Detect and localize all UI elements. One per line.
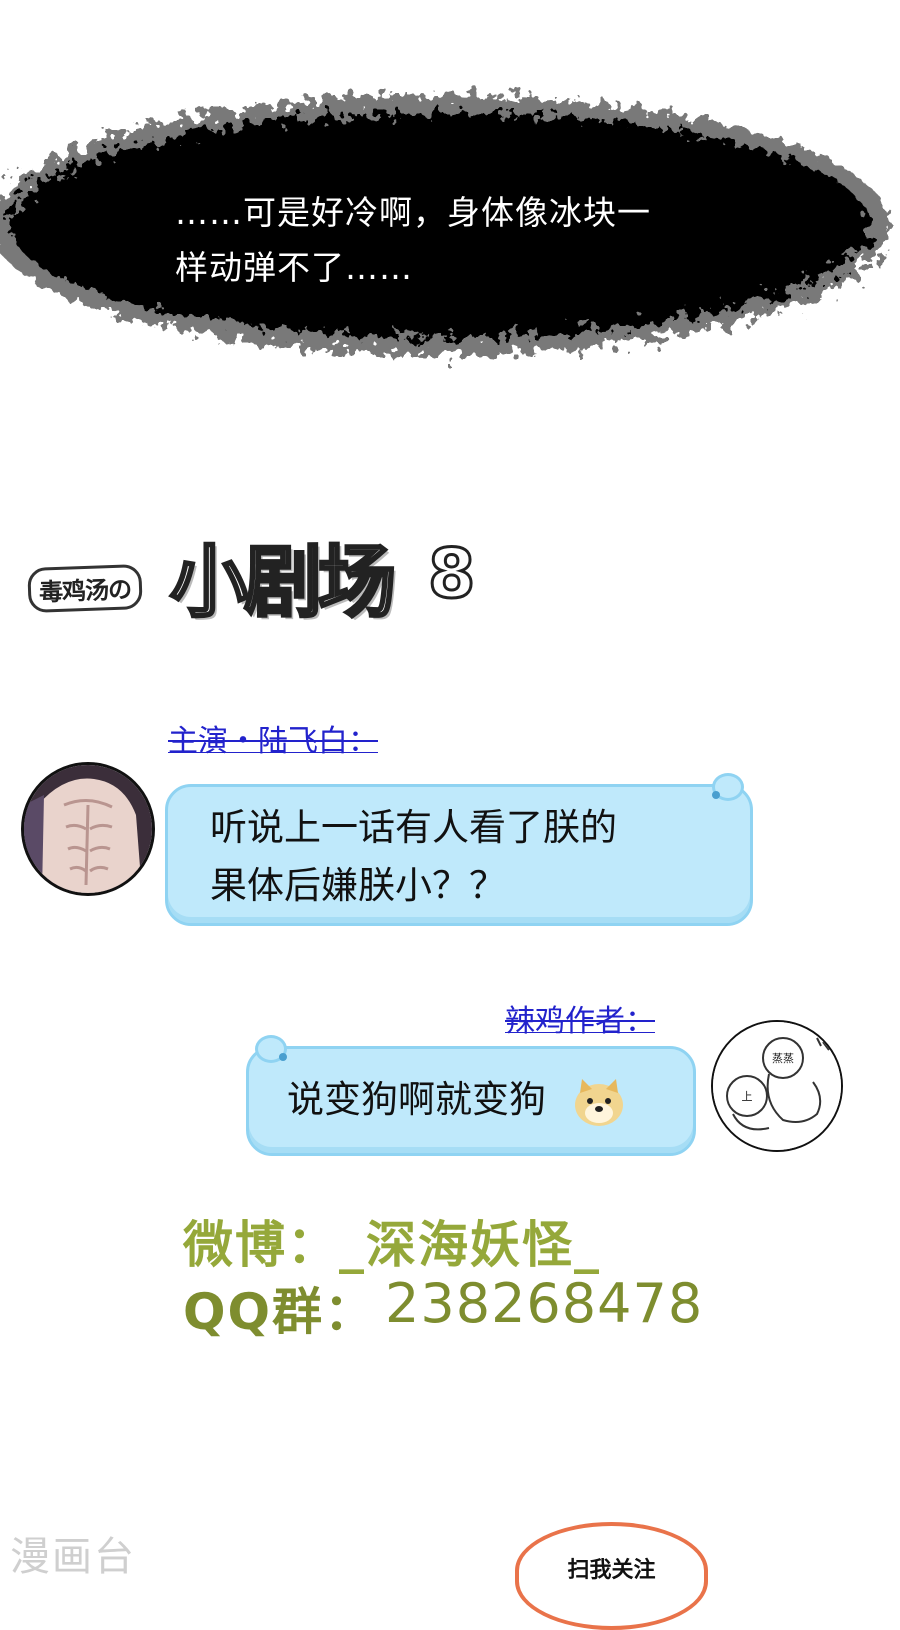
speech-bubble-lead: 听说上一话有人看了朕的 果体后嫌朕小？？ xyxy=(165,773,753,926)
avatar-author: 蒸蒸 上 xyxy=(711,1020,843,1152)
title-episode-number: 8 xyxy=(426,534,476,616)
strike-line xyxy=(505,1020,655,1023)
weibo-handle: 微博：_深海妖怪_ xyxy=(183,1216,601,1274)
avatar-lead xyxy=(21,762,155,896)
bubble-author-line-1: 说变狗啊就变狗 xyxy=(287,1078,546,1121)
torso-avatar-icon xyxy=(24,765,152,893)
avatar-label-bottom: 上 xyxy=(742,1090,753,1103)
sketch-avatar-icon: 蒸蒸 上 xyxy=(713,1022,841,1150)
watermark-logo: 漫画台 xyxy=(10,1534,136,1580)
speech-bubble-author: 说变狗啊就变狗 xyxy=(246,1035,696,1156)
scan-follow-badge[interactable]: 扫我关注 xyxy=(515,1522,708,1630)
title-big-label: 小剧场 xyxy=(168,537,397,630)
speaker-name-lead: 主演・陆飞白： xyxy=(168,716,378,760)
bubble-knob-dot xyxy=(279,1053,287,1061)
avatar-label-top: 蒸蒸 xyxy=(772,1052,794,1065)
doge-icon xyxy=(574,1078,623,1126)
narration-line-1: ……可是好冷啊，身体像冰块一 xyxy=(175,193,651,232)
narration-text: ……可是好冷啊，身体像冰块一 样动弹不了…… xyxy=(175,185,775,295)
qq-group-number: 238268478 xyxy=(385,1272,704,1335)
narration-line-2: 样动弹不了…… xyxy=(175,248,413,287)
bubble-lead-line-1: 听说上一话有人看了朕的 xyxy=(210,806,617,849)
bubble-knob-dot xyxy=(712,791,720,799)
qq-group-label: QQ群： xyxy=(183,1283,377,1341)
bubble-lead-line-2: 果体后嫌朕小？？ xyxy=(210,864,506,907)
speaker-name-author: 辣鸡作者： xyxy=(505,996,655,1040)
scan-follow-label: 扫我关注 xyxy=(567,1558,656,1583)
title-small-label: 毒鸡汤の xyxy=(27,564,143,613)
strike-line xyxy=(168,740,378,743)
